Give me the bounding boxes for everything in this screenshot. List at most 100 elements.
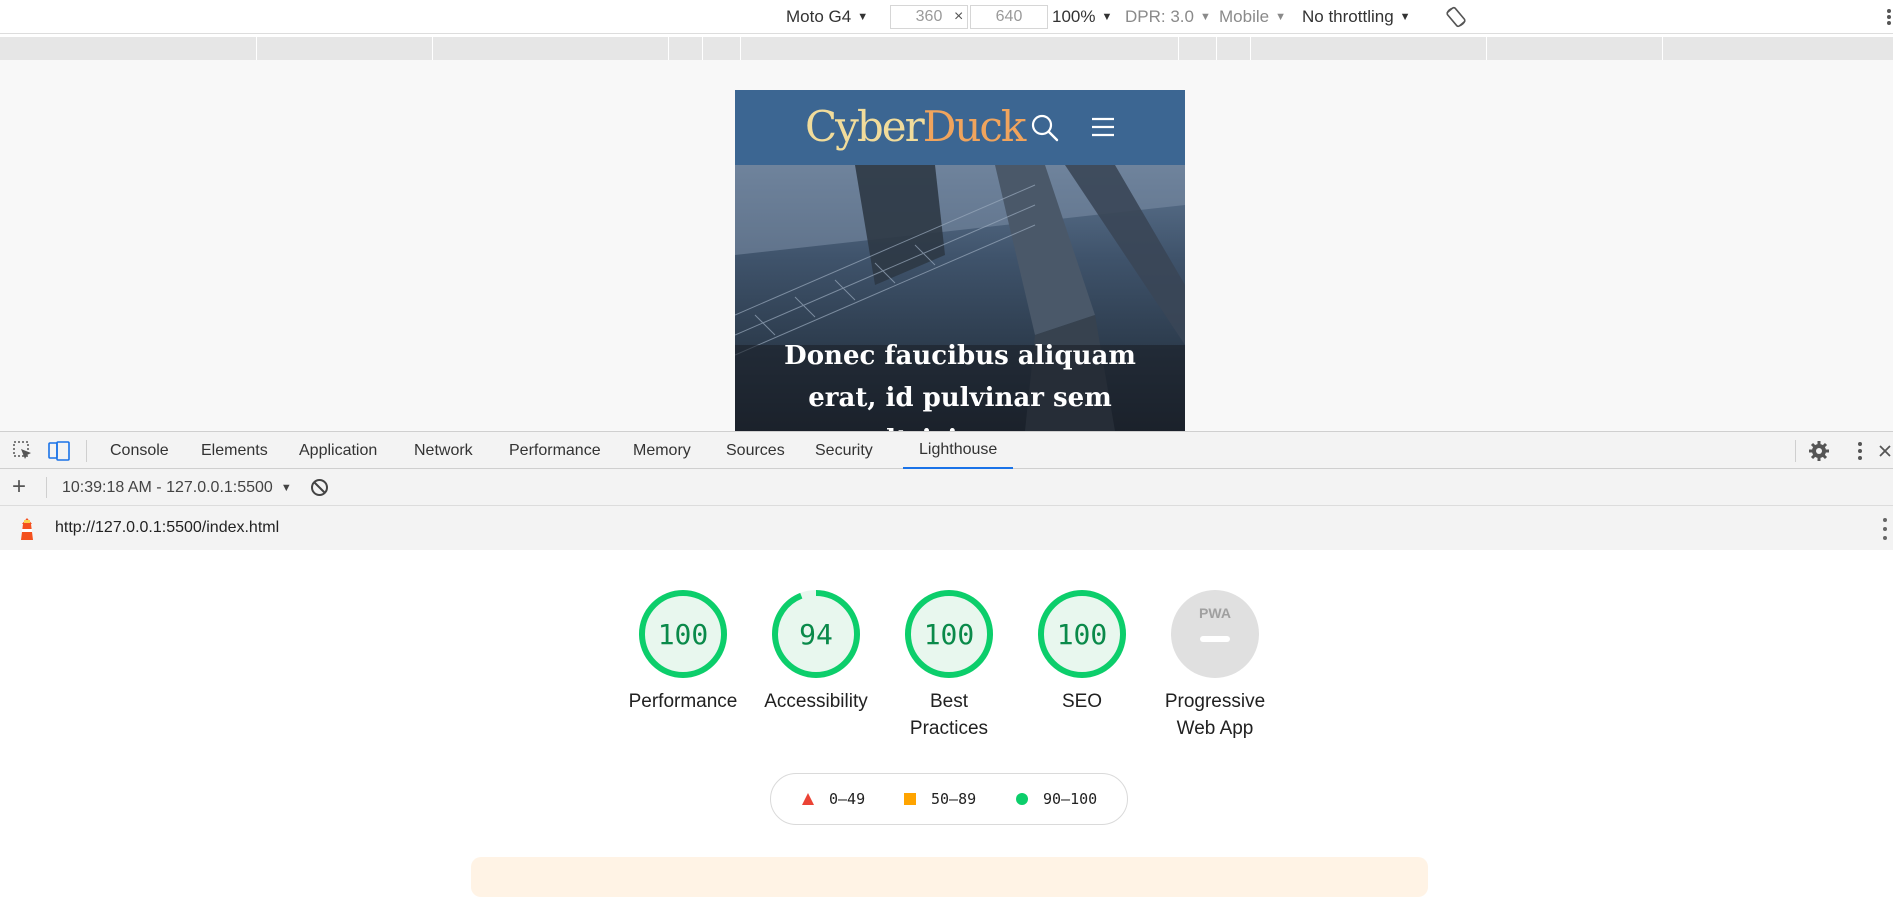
device-select-label: Moto G4 bbox=[786, 7, 852, 26]
clear-block-icon[interactable] bbox=[310, 478, 329, 497]
warning-banner bbox=[471, 857, 1428, 897]
device-screen: CyberDuck Donec faucibus aliquam erat, i… bbox=[735, 90, 1185, 431]
chevron-down-icon: ▼ bbox=[857, 11, 869, 23]
circle-icon bbox=[1016, 793, 1028, 805]
gauge-label: SEO bbox=[1061, 691, 1103, 712]
media-query-divider bbox=[256, 37, 257, 60]
mode-select[interactable]: Mobile ▼ bbox=[1219, 0, 1286, 34]
tab-memory[interactable]: Memory bbox=[633, 432, 691, 469]
gauge-score: 100 bbox=[924, 618, 975, 651]
throttling-select[interactable]: No throttling ▼ bbox=[1302, 0, 1411, 34]
media-query-divider bbox=[668, 37, 669, 60]
chevron-down-icon: ▼ bbox=[1275, 11, 1286, 23]
legend-item-pass: 90–100 bbox=[1015, 774, 1097, 824]
gauge-pwa[interactable]: PWA Progressive Web App bbox=[1145, 588, 1285, 742]
audited-url[interactable]: http://127.0.0.1:5500/index.html bbox=[55, 506, 279, 550]
throttling-select-label: No throttling bbox=[1302, 7, 1394, 26]
search-icon[interactable] bbox=[1030, 113, 1060, 143]
device-toggle-icon[interactable] bbox=[44, 432, 74, 469]
lighthouse-logo-icon bbox=[17, 516, 37, 542]
tab-network[interactable]: Network bbox=[414, 432, 473, 469]
chevron-down-icon: ▼ bbox=[280, 481, 292, 494]
gauge-score: 100 bbox=[1057, 618, 1108, 651]
height-input[interactable]: 640 bbox=[970, 5, 1048, 29]
site-logo[interactable]: CyberDuck bbox=[805, 98, 1027, 157]
media-query-bar[interactable] bbox=[0, 37, 1893, 60]
tab-performance[interactable]: Performance bbox=[509, 432, 601, 469]
gauge-ring: 100 bbox=[905, 590, 993, 678]
media-query-divider bbox=[1486, 37, 1487, 60]
score-legend: 0–49 50–89 90–100 bbox=[770, 773, 1128, 825]
rotate-icon[interactable] bbox=[1444, 5, 1468, 29]
gauge-score: 94 bbox=[799, 618, 833, 651]
lighthouse-report: 100 Performance 94 Accessibility 100 Bes… bbox=[0, 550, 1893, 897]
legend-range: 0–49 bbox=[829, 790, 866, 808]
legend-item-fail: 0–49 bbox=[801, 774, 865, 824]
chevron-down-icon: ▼ bbox=[1199, 11, 1211, 23]
gauge-label: Progressive Web App bbox=[1164, 691, 1266, 739]
lighthouse-url-bar: http://127.0.0.1:5500/index.html bbox=[0, 506, 1893, 550]
settings-gear-icon[interactable] bbox=[1804, 432, 1834, 469]
gauge-ring: 100 bbox=[639, 590, 727, 678]
zoom-select-label: 100% bbox=[1052, 7, 1096, 26]
tab-application[interactable]: Application bbox=[299, 432, 377, 469]
more-icon[interactable] bbox=[1886, 8, 1892, 26]
tab-security[interactable]: Security bbox=[815, 432, 873, 469]
gauge-ring: 94 bbox=[772, 590, 860, 678]
chevron-down-icon: ▼ bbox=[1399, 11, 1411, 23]
zoom-select[interactable]: 100% ▼ bbox=[1052, 0, 1112, 34]
report-select-label: 10:39:18 AM - 127.0.0.1:5500 bbox=[62, 478, 273, 496]
triangle-icon bbox=[802, 793, 814, 805]
media-query-divider bbox=[1250, 37, 1251, 60]
tab-console[interactable]: Console bbox=[110, 432, 169, 469]
gauge-label: Performance bbox=[628, 691, 738, 712]
pwa-badge-text: PWA bbox=[1199, 605, 1231, 621]
media-query-divider bbox=[1178, 37, 1179, 60]
dpr-select[interactable]: DPR: 3.0 ▼ bbox=[1125, 0, 1211, 34]
tab-sources[interactable]: Sources bbox=[726, 432, 785, 469]
site-header: CyberDuck bbox=[735, 90, 1185, 165]
legend-range: 50–89 bbox=[931, 790, 977, 808]
devtools-tab-bar: Console Elements Application Network Per… bbox=[0, 431, 1893, 469]
device-select[interactable]: Moto G4 ▼ bbox=[786, 0, 868, 34]
gauge-ring: 100 bbox=[1038, 590, 1126, 678]
legend-item-average: 50–89 bbox=[903, 774, 976, 824]
tab-lighthouse[interactable]: Lighthouse bbox=[903, 432, 1014, 469]
toolbar-divider bbox=[1795, 440, 1796, 462]
gauge-performance[interactable]: 100 Performance bbox=[613, 588, 753, 715]
lighthouse-toolbar: + 10:39:18 AM - 127.0.0.1:5500 ▼ bbox=[0, 469, 1893, 506]
hero-image: Donec faucibus aliquam erat, id pulvinar… bbox=[735, 165, 1185, 431]
inspect-element-icon[interactable] bbox=[8, 432, 38, 469]
gauge-best-practices[interactable]: 100 Best Practices bbox=[879, 588, 1019, 742]
gauge-label: Best Practices bbox=[909, 691, 989, 739]
device-toolbar: Moto G4 ▼ 360 × 640 100% ▼ DPR: 3.0 ▼ Mo… bbox=[0, 0, 1893, 34]
media-query-divider bbox=[740, 37, 741, 60]
chevron-down-icon: ▼ bbox=[1101, 11, 1113, 23]
pwa-badge-icon: PWA bbox=[1171, 590, 1259, 678]
media-query-divider bbox=[432, 37, 433, 60]
toolbar-divider bbox=[46, 477, 47, 498]
logo-part-cyber: Cyber bbox=[805, 102, 925, 151]
dpr-select-label: DPR: 3.0 bbox=[1125, 7, 1194, 26]
hamburger-menu-icon[interactable] bbox=[1090, 114, 1116, 140]
legend-range: 90–100 bbox=[1043, 790, 1098, 808]
gauge-accessibility[interactable]: 94 Accessibility bbox=[746, 588, 886, 715]
new-report-plus-icon[interactable]: + bbox=[12, 473, 26, 501]
hero-heading: Donec faucibus aliquam erat, id pulvinar… bbox=[784, 341, 1136, 431]
media-query-divider bbox=[1216, 37, 1217, 60]
logo-part-duck: Duck bbox=[922, 102, 1027, 151]
dimension-separator: × bbox=[954, 8, 964, 25]
report-select[interactable]: 10:39:18 AM - 127.0.0.1:5500 ▼ bbox=[62, 469, 292, 506]
gauge-label: Accessibility bbox=[764, 691, 868, 712]
gauge-seo[interactable]: 100 SEO bbox=[1012, 588, 1152, 715]
more-options-icon[interactable] bbox=[1845, 432, 1875, 469]
tab-elements[interactable]: Elements bbox=[201, 432, 268, 469]
mode-select-label: Mobile bbox=[1219, 7, 1270, 26]
toolbar-divider bbox=[86, 440, 87, 462]
media-query-divider bbox=[702, 37, 703, 60]
square-icon bbox=[904, 793, 916, 805]
close-icon[interactable] bbox=[1876, 432, 1893, 469]
report-menu-icon[interactable] bbox=[1883, 518, 1889, 540]
gauge-score: 100 bbox=[658, 618, 709, 651]
media-query-divider bbox=[1662, 37, 1663, 60]
